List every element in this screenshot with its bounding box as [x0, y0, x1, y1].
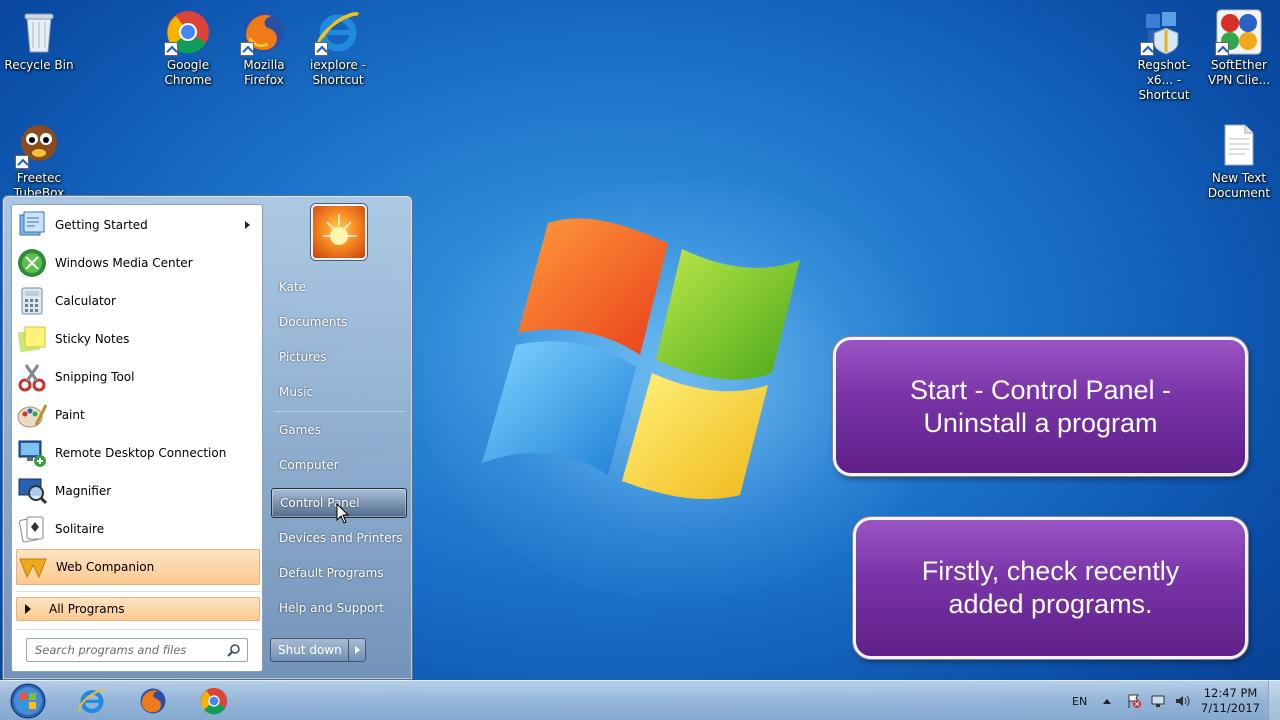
right-pane-separator — [275, 411, 405, 412]
start-item-documents[interactable]: Documents — [271, 307, 407, 337]
web-companion-icon — [19, 558, 47, 579]
network-button[interactable] — [1150, 681, 1166, 720]
program-sticky-notes[interactable]: Sticky Notes — [16, 321, 260, 357]
tubebox-icon — [15, 121, 63, 169]
desktop-icon-recycle-bin[interactable]: Recycle Bin — [1, 8, 77, 73]
chrome-icon — [164, 8, 212, 56]
start-menu-programs-pane: Getting Started Windows Media Center Cal… — [11, 204, 263, 672]
show-desktop-button[interactable] — [1268, 681, 1280, 720]
start-menu: Getting Started Windows Media Center Cal… — [2, 195, 413, 680]
start-item-computer[interactable]: Computer — [271, 450, 407, 480]
desktop-icon-new-text-document[interactable]: New Text Document — [1201, 121, 1277, 201]
solitaire-icon — [19, 516, 44, 543]
submenu-arrow-icon — [245, 221, 250, 229]
media-center-icon — [18, 249, 46, 277]
program-remote-desktop-connection[interactable]: Remote Desktop Connection — [16, 435, 260, 471]
desktop-icon-tubebox[interactable]: Freetec TubeBox — [1, 121, 77, 201]
search-separator — [16, 629, 260, 630]
desktop-icon-iexplore[interactable]: iexplore - Shortcut — [300, 8, 376, 88]
start-item-help-and-support[interactable]: Help and Support — [271, 593, 407, 623]
firefox-icon — [240, 8, 288, 56]
magnifier-icon — [18, 478, 48, 505]
internet-explorer-icon — [78, 688, 105, 714]
speaker-icon — [1176, 695, 1190, 707]
desktop-icon-firefox[interactable]: Mozilla Firefox — [226, 8, 302, 88]
calculator-icon — [21, 287, 43, 315]
program-snipping-tool[interactable]: Snipping Tool — [16, 359, 260, 395]
program-paint[interactable]: Paint — [16, 397, 260, 433]
clock[interactable]: 12:47 PM 7/11/2017 — [1201, 686, 1260, 716]
paint-icon — [17, 404, 48, 428]
mouse-cursor-icon — [336, 503, 350, 524]
softether-icon — [1215, 8, 1263, 56]
taskbar-internet-explorer[interactable] — [64, 684, 120, 718]
start-item-devices-and-printers[interactable]: Devices and Printers — [271, 523, 407, 553]
program-windows-media-center[interactable]: Windows Media Center — [16, 245, 260, 281]
firefox-icon — [140, 688, 166, 714]
taskbar: EN 12:47 PM 7/11/2017 — [0, 680, 1280, 720]
sticky-notes-icon — [17, 326, 46, 353]
text-document-icon — [1215, 121, 1263, 169]
shutdown-options-arrow-icon[interactable] — [349, 639, 365, 661]
start-item-kate[interactable]: Kate — [271, 272, 407, 302]
remote-desktop-icon — [18, 440, 46, 467]
desktop: Recycle Bin Google Chrome Mozilla Firefo… — [0, 0, 1280, 680]
program-getting-started[interactable]: Getting Started — [16, 207, 260, 243]
program-web-companion[interactable]: Web Companion — [16, 549, 260, 585]
chrome-icon — [200, 687, 228, 715]
start-item-default-programs[interactable]: Default Programs — [271, 558, 407, 588]
getting-started-icon — [19, 211, 45, 236]
user-account-picture[interactable] — [311, 204, 367, 260]
action-center-flag-icon — [1128, 694, 1141, 708]
desktop-icon-regshot[interactable]: Regshot-x6... - Shortcut — [1126, 8, 1202, 103]
language-indicator[interactable]: EN — [1072, 681, 1087, 720]
regshot-icon — [1140, 8, 1188, 56]
start-item-games[interactable]: Games — [271, 415, 407, 445]
taskbar-firefox[interactable] — [125, 684, 181, 718]
start-search-box[interactable] — [26, 638, 248, 662]
search-icon[interactable] — [227, 643, 241, 657]
snipping-tool-icon — [18, 364, 46, 392]
start-button[interactable] — [8, 682, 48, 720]
desktop-icon-chrome[interactable]: Google Chrome — [150, 8, 226, 88]
desktop-icon-softether[interactable]: SoftEther VPN Clie... — [1201, 8, 1277, 88]
chevron-up-icon — [1103, 699, 1111, 704]
show-hidden-icons-button[interactable] — [1102, 681, 1112, 720]
ie-icon — [314, 8, 362, 56]
program-solitaire[interactable]: Solitaire — [16, 511, 260, 547]
recycle-bin-icon — [15, 8, 63, 56]
windows-logo — [482, 218, 800, 500]
shutdown-button[interactable]: Shut down — [270, 638, 366, 662]
taskbar-chrome[interactable] — [186, 684, 242, 718]
program-calculator[interactable]: Calculator — [16, 283, 260, 319]
volume-button[interactable] — [1174, 681, 1190, 720]
action-center-button[interactable] — [1126, 681, 1142, 720]
expand-arrow-icon — [25, 604, 31, 614]
callout-hint: Firstly, check recently added programs. — [853, 517, 1248, 659]
network-icon — [1151, 695, 1165, 707]
programs-separator — [16, 591, 260, 592]
all-programs-button[interactable]: All Programs — [16, 597, 260, 621]
start-item-pictures[interactable]: Pictures — [271, 342, 407, 372]
callout-instruction: Start - Control Panel - Uninstall a prog… — [833, 337, 1248, 476]
search-input[interactable] — [35, 643, 215, 657]
start-item-music[interactable]: Music — [271, 377, 407, 407]
program-magnifier[interactable]: Magnifier — [16, 473, 260, 509]
